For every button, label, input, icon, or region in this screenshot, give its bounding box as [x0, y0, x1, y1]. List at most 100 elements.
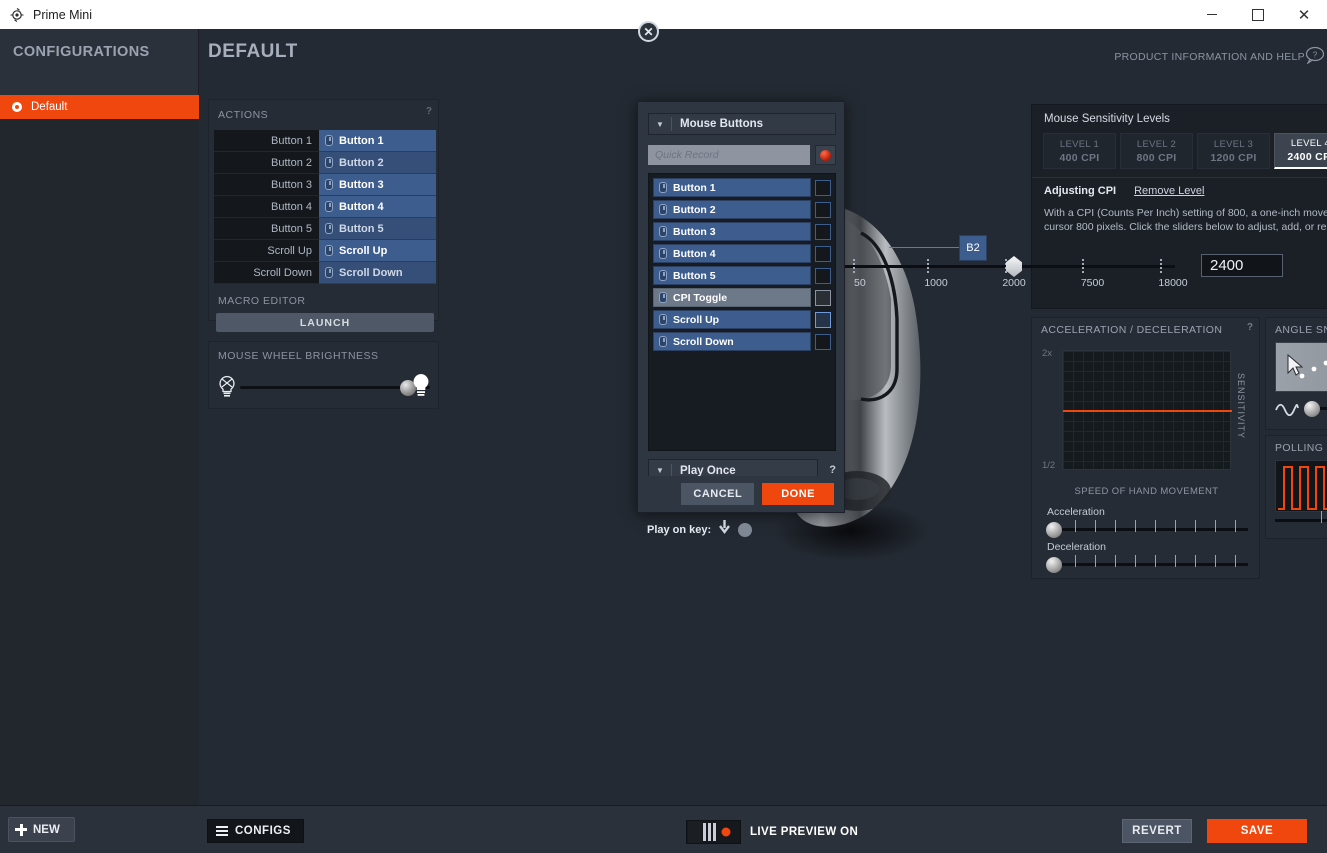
- dialog-close-icon[interactable]: ✕: [638, 21, 659, 42]
- acceleration-graph[interactable]: [1062, 350, 1232, 470]
- list-item[interactable]: Button 3: [653, 222, 831, 241]
- acceleration-slider-ticks: [1056, 520, 1250, 532]
- action-value[interactable]: Button 2: [319, 152, 436, 174]
- action-name: Scroll Up: [214, 240, 319, 262]
- cpi-slider-knob[interactable]: [1006, 256, 1022, 277]
- adjusting-row: Adjusting CPI Remove Level: [1044, 185, 1204, 197]
- cursor-left: [1287, 353, 1304, 376]
- list-item-swatch[interactable]: [815, 289, 831, 306]
- actions-help-icon[interactable]: ?: [426, 106, 432, 117]
- action-name: Button 2: [214, 152, 319, 174]
- list-item-scroll-down[interactable]: Scroll Down: [653, 332, 811, 351]
- application-window: Prime Mini ✕ CONFIGURATIONS Default NEW …: [0, 0, 1327, 853]
- list-item-swatch[interactable]: [815, 201, 831, 218]
- action-name: Scroll Down: [214, 262, 319, 284]
- cancel-button[interactable]: CANCEL: [681, 483, 755, 505]
- tab-level-3[interactable]: LEVEL 3 1200 CPI: [1197, 133, 1270, 169]
- list-item-button-4[interactable]: Button 4: [653, 244, 811, 263]
- sidebar-item-default[interactable]: Default: [0, 95, 199, 119]
- action-value[interactable]: Scroll Down: [319, 262, 436, 284]
- table-row[interactable]: Button 4 Button 4: [214, 196, 436, 218]
- new-config-button[interactable]: NEW: [8, 817, 75, 842]
- polling-rate-panel: POLLING RATE ? 1000: [1265, 435, 1327, 539]
- list-item-button-2[interactable]: Button 2: [653, 200, 811, 219]
- action-value[interactable]: Button 3: [319, 174, 436, 196]
- list-item-swatch[interactable]: [815, 311, 831, 328]
- list-item-cpi-toggle[interactable]: CPI Toggle: [653, 288, 811, 307]
- list-item[interactable]: Button 5: [653, 266, 831, 285]
- action-value[interactable]: Button 1: [319, 130, 436, 152]
- action-value[interactable]: Scroll Up: [319, 240, 436, 262]
- quick-record-placeholder: Quick Record: [655, 149, 719, 161]
- acceleration-help-icon[interactable]: ?: [1247, 322, 1253, 333]
- window-title: Prime Mini: [33, 7, 93, 22]
- table-row[interactable]: Scroll Up Scroll Up: [214, 240, 436, 262]
- list-item[interactable]: Button 2: [653, 200, 831, 219]
- chevron-down-icon: ▼: [656, 466, 664, 475]
- mouse-icon: [325, 135, 333, 146]
- list-item[interactable]: Scroll Down: [653, 332, 831, 351]
- table-row[interactable]: Button 3 Button 3: [214, 174, 436, 196]
- live-preview-label: LIVE PREVIEW ON: [750, 826, 859, 838]
- angle-snapping-slider-knob[interactable]: [1304, 401, 1320, 417]
- list-item-swatch[interactable]: [815, 179, 831, 196]
- table-row[interactable]: Button 1 Button 1: [214, 130, 436, 152]
- app-logo-icon: [9, 7, 25, 23]
- sensitivity-title: Mouse Sensitivity Levels: [1044, 113, 1170, 125]
- list-item[interactable]: Scroll Up: [653, 310, 831, 329]
- category-dropdown[interactable]: ▼ Mouse Buttons: [648, 113, 836, 135]
- deceleration-slider-knob[interactable]: [1046, 557, 1062, 573]
- cpi-slider[interactable]: 50 1000 2000 7500 18000: [845, 256, 1188, 303]
- sensitivity-description: With a CPI (Counts Per Inch) setting of …: [1044, 207, 1327, 233]
- close-icon[interactable]: ✕: [1281, 0, 1327, 29]
- list-item-swatch[interactable]: [815, 223, 831, 240]
- product-information-link[interactable]: PRODUCT INFORMATION AND HELP: [1114, 51, 1305, 63]
- tab-level-1[interactable]: LEVEL 1 400 CPI: [1043, 133, 1116, 169]
- button-options-list[interactable]: Button 1 Button 2 Button 3 Button 4 Butt…: [648, 173, 836, 451]
- key-down-icon[interactable]: [718, 520, 731, 539]
- tab-level-4[interactable]: LEVEL 4 2400 CPI: [1274, 133, 1327, 169]
- list-item-scroll-up[interactable]: Scroll Up: [653, 310, 811, 329]
- list-item[interactable]: Button 4: [653, 244, 831, 263]
- svg-text:?: ?: [1313, 51, 1318, 60]
- table-row[interactable]: Button 2 Button 2: [214, 152, 436, 174]
- action-value[interactable]: Button 5: [319, 218, 436, 240]
- list-item-swatch[interactable]: [815, 333, 831, 350]
- tab-level-2[interactable]: LEVEL 2 800 CPI: [1120, 133, 1193, 169]
- mouse-icon: [659, 226, 667, 237]
- bulb-on-icon: [410, 372, 432, 405]
- action-value[interactable]: Button 4: [319, 196, 436, 218]
- key-toggle-icon[interactable]: [738, 522, 753, 537]
- table-row[interactable]: Button 5 Button 5: [214, 218, 436, 240]
- configs-button[interactable]: CONFIGS: [207, 819, 304, 843]
- live-preview-indicator[interactable]: LIVE PREVIEW ON: [686, 820, 858, 844]
- list-item[interactable]: CPI Toggle: [653, 288, 831, 307]
- launch-macro-editor-button[interactable]: LAUNCH: [216, 313, 434, 332]
- play-mode-help-icon[interactable]: ?: [829, 464, 836, 476]
- record-button[interactable]: [815, 145, 836, 165]
- acceleration-slider-knob[interactable]: [1046, 522, 1062, 538]
- minimize-button[interactable]: [1189, 0, 1235, 29]
- cpi-value-input[interactable]: 2400: [1201, 254, 1283, 277]
- graph-y-max-label: 2x: [1042, 348, 1053, 359]
- list-item-button-1[interactable]: Button 1: [653, 178, 811, 197]
- polling-rate-title: POLLING RATE: [1275, 442, 1327, 454]
- remove-level-link[interactable]: Remove Level: [1134, 185, 1204, 197]
- maximize-button[interactable]: [1235, 0, 1281, 29]
- list-item-swatch[interactable]: [815, 245, 831, 262]
- done-button[interactable]: DONE: [762, 483, 834, 505]
- graph-x-axis-label: SPEED OF HAND MOVEMENT: [1074, 486, 1219, 497]
- list-item-button-3[interactable]: Button 3: [653, 222, 811, 241]
- table-row[interactable]: Scroll Down Scroll Down: [214, 262, 436, 284]
- mouse-icon: [659, 314, 667, 325]
- list-item[interactable]: Button 1: [653, 178, 831, 197]
- acceleration-label: Acceleration: [1047, 506, 1105, 518]
- save-button[interactable]: SAVE: [1207, 819, 1307, 843]
- quick-record-input[interactable]: Quick Record: [648, 145, 810, 165]
- list-item-button-5[interactable]: Button 5: [653, 266, 811, 285]
- macro-editor-title: MACRO EDITOR: [218, 295, 306, 307]
- list-item-swatch[interactable]: [815, 267, 831, 284]
- cpi-tick-4: [1082, 259, 1084, 273]
- help-bubble-icon[interactable]: ?: [1305, 46, 1325, 65]
- revert-button[interactable]: REVERT: [1122, 819, 1192, 843]
